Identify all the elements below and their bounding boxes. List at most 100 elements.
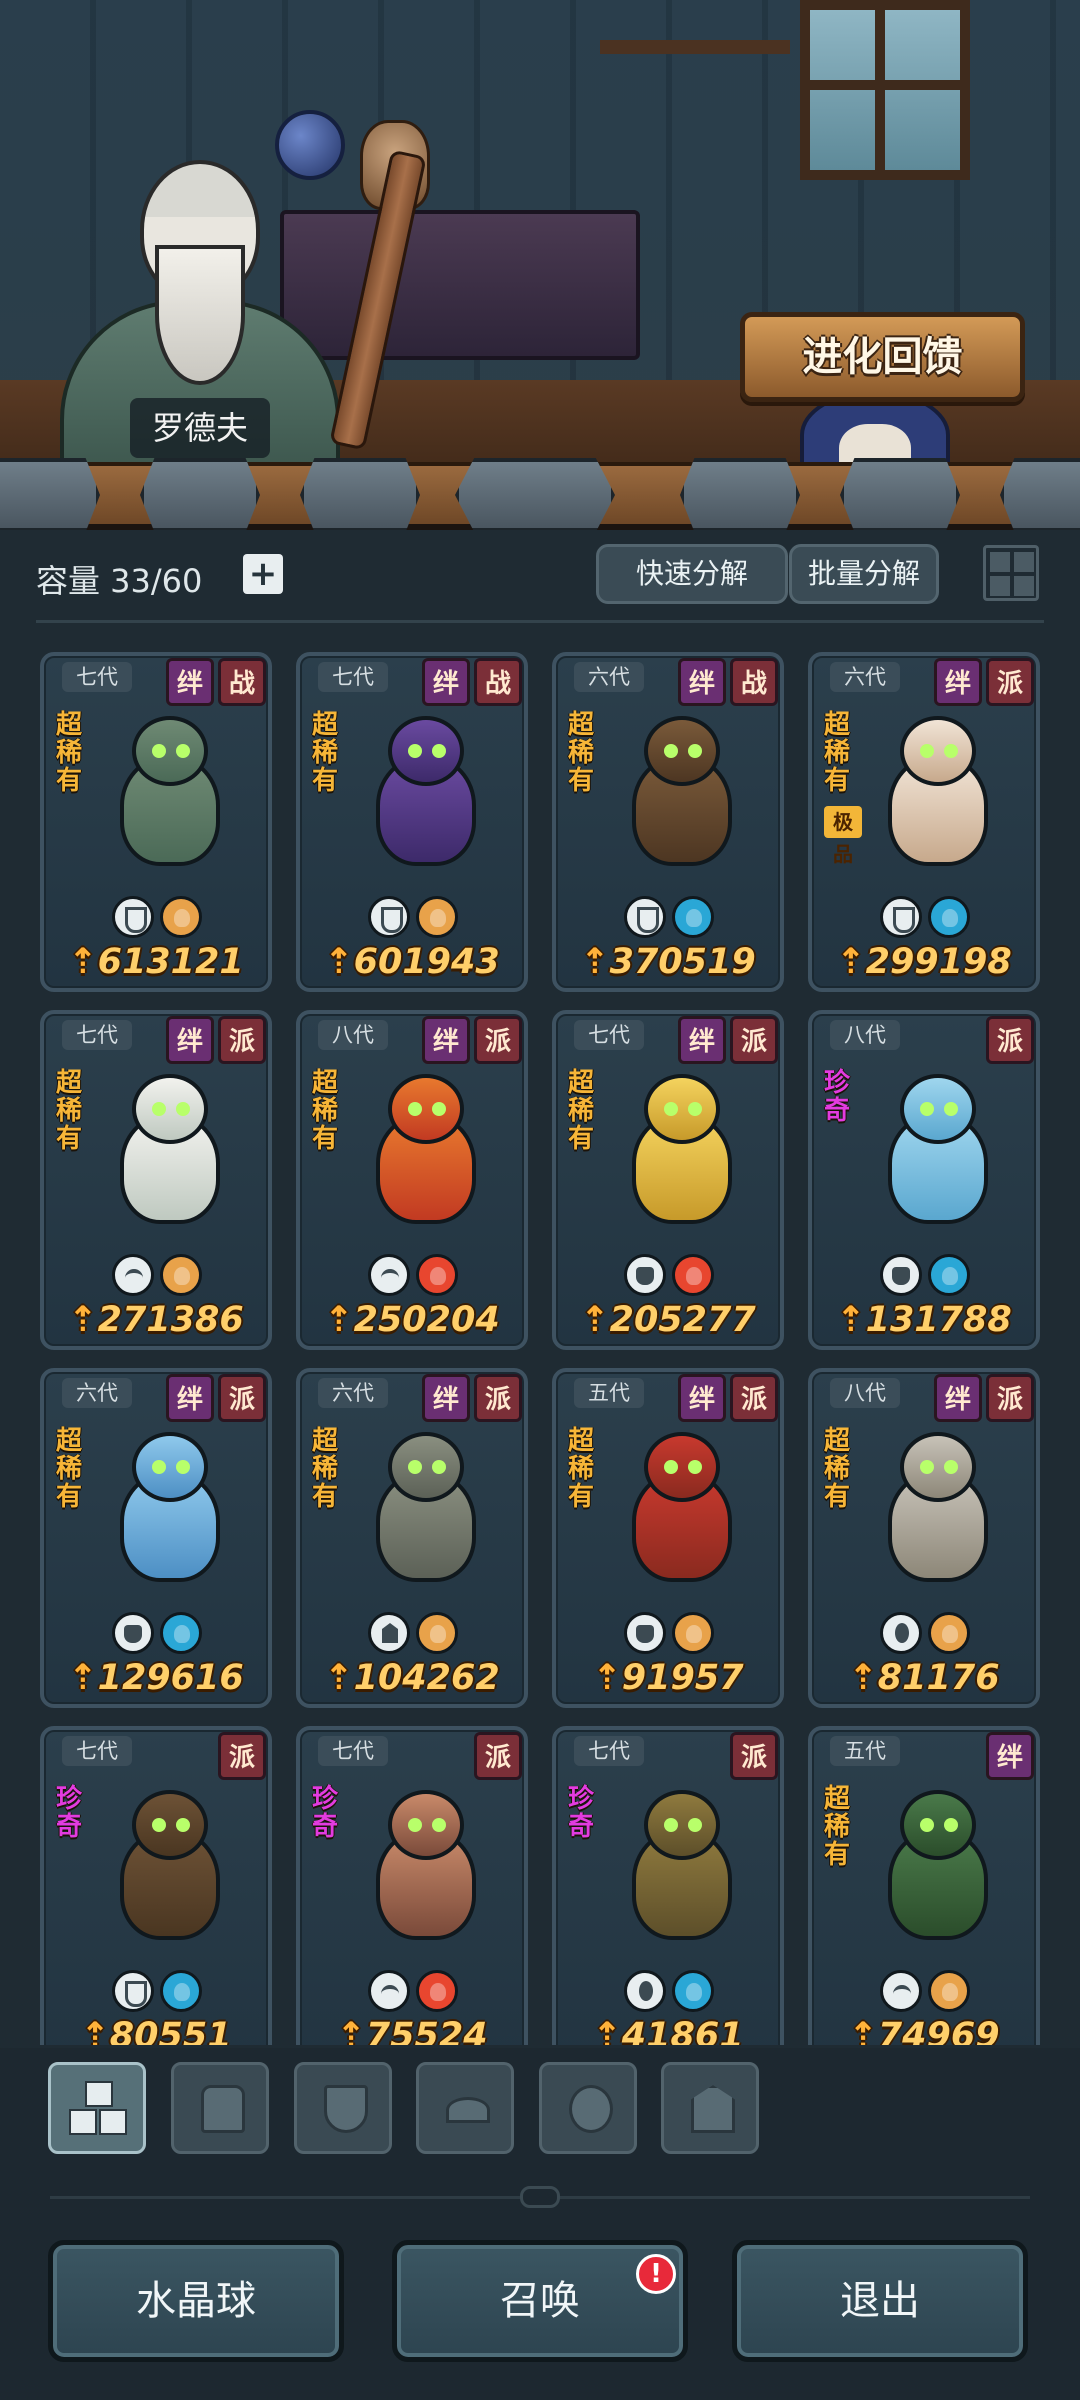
attribute-icons — [112, 896, 202, 938]
leaf-icon — [446, 2097, 490, 2123]
monster-card[interactable]: 七代 绊派超稀有 ⇡205277 — [552, 1010, 784, 1350]
rarity-label: 超稀有 — [55, 1068, 82, 1154]
attribute-icons — [368, 1612, 458, 1654]
earth-icon — [416, 1612, 458, 1654]
trait-badges: 派 — [986, 1016, 1034, 1064]
rarity-label: 超稀有 — [311, 1426, 338, 1512]
filter-tab-eye[interactable] — [539, 2062, 637, 2154]
generation-label: 七代 — [318, 1736, 388, 1766]
filter-tab-shield[interactable] — [294, 2062, 392, 2154]
monster-portrait — [622, 716, 742, 866]
rarity-label: 珍奇 — [55, 1784, 82, 1842]
power-number: 81176 — [877, 1658, 1000, 1698]
generation-label: 七代 — [574, 1736, 644, 1766]
trait-badge: 战 — [218, 658, 266, 706]
trait-badges: 绊派 — [678, 1016, 778, 1064]
monster-card[interactable]: 七代 绊战超稀有 ⇡613121 — [40, 652, 272, 992]
rarity-label: 超稀有 — [567, 1426, 594, 1512]
power-value: ⇡131788 — [812, 1300, 1036, 1340]
monster-card[interactable]: 七代 派珍奇 ⇡75524 — [296, 1726, 528, 2045]
crystal-ball-button[interactable]: 水晶球 — [48, 2240, 344, 2362]
attribute-icons — [368, 1970, 458, 2012]
divider-stone — [300, 458, 420, 532]
power-value: ⇡75524 — [300, 2016, 524, 2045]
monster-card[interactable]: 六代 绊派超稀有 ⇡129616 — [40, 1368, 272, 1708]
power-arrow-icon: ⇡ — [68, 1300, 98, 1340]
monster-portrait — [110, 1790, 230, 1940]
filter-tab-leaf[interactable] — [416, 2062, 514, 2154]
elite-tag: 极品 — [824, 806, 862, 866]
all-icon — [85, 2081, 113, 2107]
eye-icon — [624, 1970, 666, 2012]
quick-decompose-button[interactable]: 快速分解 — [596, 544, 788, 604]
monster-card[interactable]: 五代 绊超稀有 ⇡74969 — [808, 1726, 1040, 2045]
rarity-label: 超稀有 — [311, 1068, 338, 1154]
water-icon — [160, 1612, 202, 1654]
attribute-icons — [624, 1970, 714, 2012]
water-icon — [672, 1970, 714, 2012]
trait-badges: 绊派 — [678, 1374, 778, 1422]
trait-badge: 派 — [474, 1732, 522, 1780]
monster-card[interactable]: 五代 绊派超稀有 ⇡91957 — [552, 1368, 784, 1708]
power-value: ⇡81176 — [812, 1658, 1036, 1698]
attribute-icons — [112, 1970, 202, 2012]
attribute-icons — [112, 1612, 202, 1654]
earth-icon — [672, 1612, 714, 1654]
trait-badge: 绊 — [422, 1016, 470, 1064]
monster-card[interactable]: 六代 绊派超稀有 ⇡104262 — [296, 1368, 528, 1708]
power-value: ⇡271386 — [44, 1300, 268, 1340]
power-number: 75524 — [365, 2016, 488, 2045]
summon-alert-badge: ! — [636, 2254, 676, 2294]
monster-portrait — [110, 1432, 230, 1582]
monster-card[interactable]: 八代 绊派超稀有 ⇡250204 — [296, 1010, 528, 1350]
filter-tab-all[interactable] — [48, 2062, 146, 2154]
batch-decompose-button[interactable]: 批量分解 — [789, 544, 939, 604]
power-arrow-icon: ⇡ — [580, 1300, 610, 1340]
monster-portrait — [878, 716, 998, 866]
monster-card[interactable]: 七代 绊战超稀有 ⇡601943 — [296, 652, 528, 992]
monster-card[interactable]: 八代 绊派超稀有 ⇡81176 — [808, 1368, 1040, 1708]
power-number: 370519 — [609, 942, 756, 982]
power-arrow-icon: ⇡ — [324, 1658, 354, 1698]
trait-badge: 派 — [218, 1016, 266, 1064]
fire-icon — [672, 1254, 714, 1296]
monster-card[interactable]: 六代 绊战超稀有 ⇡370519 — [552, 652, 784, 992]
drawer-handle[interactable] — [520, 2186, 560, 2208]
evolution-feedback-button[interactable]: 进化回馈 — [740, 312, 1025, 402]
grid-view-icon[interactable] — [983, 545, 1039, 601]
trait-badges: 绊派 — [422, 1016, 522, 1064]
earth-icon — [928, 1612, 970, 1654]
power-arrow-icon: ⇡ — [836, 942, 866, 982]
monster-card[interactable]: 六代 绊派超稀有 极品 ⇡299198 — [808, 652, 1040, 992]
power-arrow-icon: ⇡ — [324, 942, 354, 982]
filter-tab-fist[interactable] — [171, 2062, 269, 2154]
power-arrow-icon: ⇡ — [848, 1658, 878, 1698]
power-value: ⇡613121 — [44, 942, 268, 982]
attribute-icons — [624, 1612, 714, 1654]
monster-card[interactable]: 七代 派珍奇 ⇡41861 — [552, 1726, 784, 2045]
trait-badges: 绊战 — [678, 658, 778, 706]
water-icon — [160, 1970, 202, 2012]
fire-icon — [416, 1254, 458, 1296]
power-value: ⇡91957 — [556, 1658, 780, 1698]
monster-portrait — [366, 1432, 486, 1582]
fist-icon — [624, 1612, 666, 1654]
filter-tab-tower[interactable] — [661, 2062, 759, 2154]
monster-portrait — [878, 1790, 998, 1940]
eye-icon — [880, 1612, 922, 1654]
power-arrow-icon: ⇡ — [592, 2016, 622, 2045]
monster-card[interactable]: 八代 派珍奇 ⇡131788 — [808, 1010, 1040, 1350]
monster-portrait — [878, 1074, 998, 1224]
monster-portrait — [110, 716, 230, 866]
generation-label: 八代 — [830, 1378, 900, 1408]
monster-card[interactable]: 七代 派珍奇 ⇡80551 — [40, 1726, 272, 2045]
divider-stone — [840, 458, 960, 532]
power-value: ⇡250204 — [300, 1300, 524, 1340]
exit-button[interactable]: 退出 — [732, 2240, 1028, 2362]
earth-icon — [160, 1254, 202, 1296]
power-number: 131788 — [865, 1300, 1012, 1340]
monster-card[interactable]: 七代 绊派超稀有 ⇡271386 — [40, 1010, 272, 1350]
leaf-icon — [368, 1970, 410, 2012]
rarity-label: 超稀有 — [55, 710, 82, 796]
expand-capacity-button[interactable]: + — [243, 554, 283, 594]
